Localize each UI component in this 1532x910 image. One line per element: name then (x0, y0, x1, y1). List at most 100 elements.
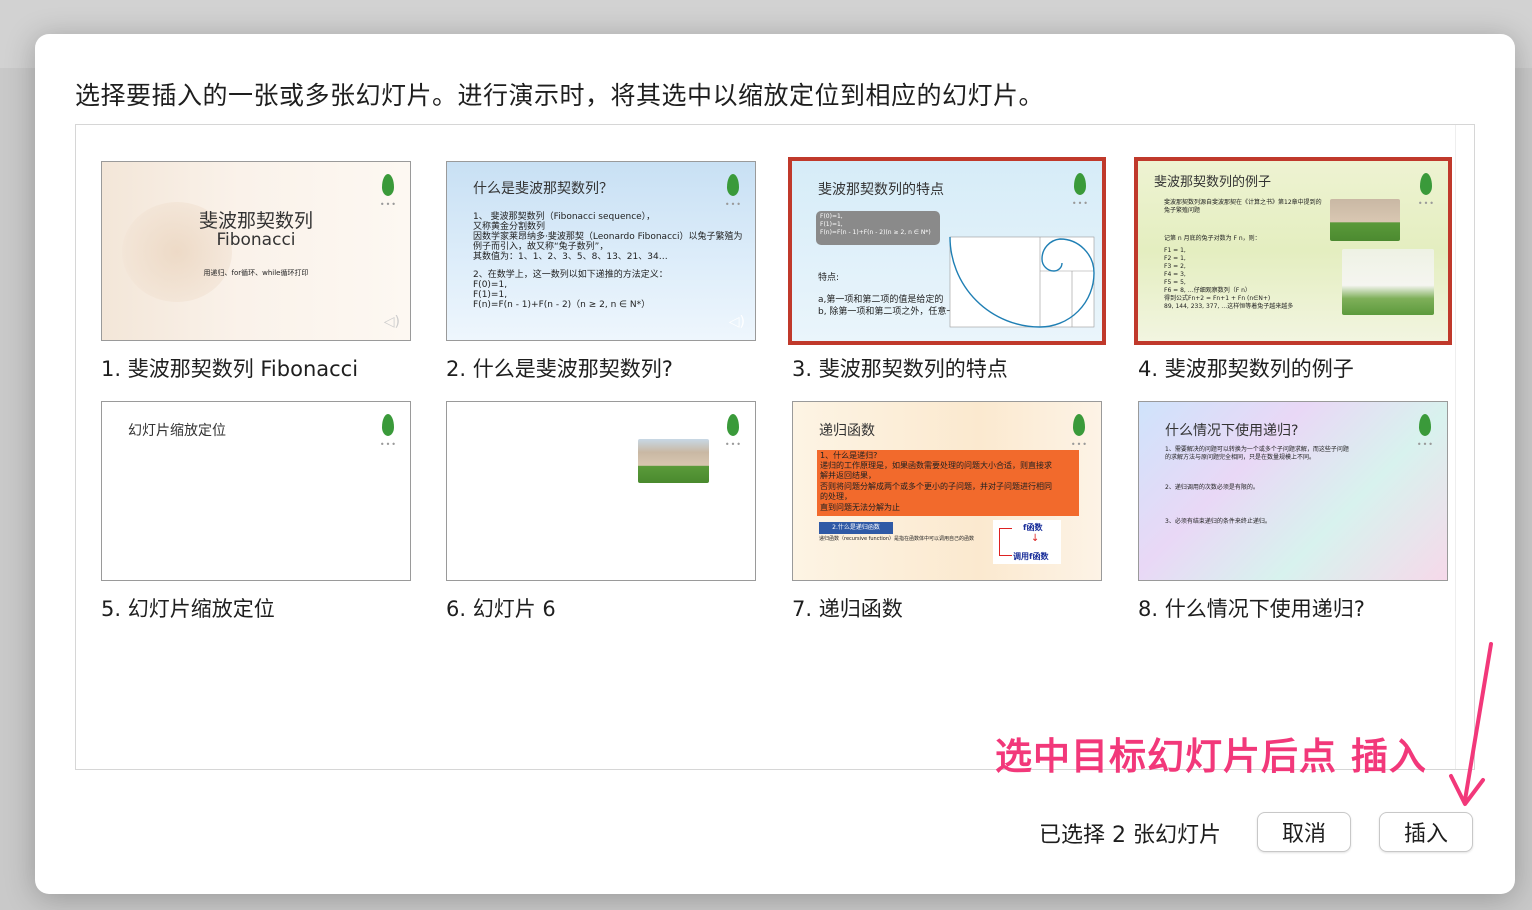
slide-4-line-9: F6 = 8, …仔细观察数列（F n） (1164, 287, 1251, 294)
slide-8-title: 什么情况下使用递归? (1165, 423, 1299, 439)
slide-7-box-line-6: 直到问题无法分解为止 (820, 503, 900, 512)
diagram-loop-bracket (999, 528, 1012, 556)
leaf-logo-icon (1073, 414, 1085, 436)
slide-7-box-line-3: 解并返回结果， (820, 471, 876, 480)
slide-2-line-10: F(n)=F(n - 1)+F(n - 2)（n ≥ 2, n ∈ N*） (473, 300, 651, 310)
slide-4-line-10: 89, 144, 233, 377, …这样恒等着兔子越来越多 (1164, 303, 1294, 310)
slide-4-title: 斐波那契数列的例子 (1154, 175, 1272, 190)
slide-4-line-1: 斐波那契数列源自斐波那契在《计算之书》第12章中提到的 (1164, 199, 1322, 206)
dialog-instruction: 选择要插入的一张或多张幻灯片。进行演示时，将其选中以缩放定位到相应的幻灯片。 (75, 81, 1045, 110)
slide-2-title: 什么是斐波那契数列？ (473, 181, 613, 197)
slide-4-line-3: 记第 n 月底的兔子对数为 F n，则： (1164, 235, 1261, 242)
slide-7-box-line-4: 否则将问题分解成两个或多个更小的子问题，并对子问题进行相同 (820, 482, 1052, 491)
leaf-logo-icon (727, 414, 739, 436)
slide-4-line-11: 得到公式Fn+2 = Fn+1 + Fn (n∈N+) (1164, 295, 1271, 302)
speaker-icon: ◁) (383, 314, 400, 330)
selection-status: 已选择 2 张幻灯片 (1039, 823, 1221, 848)
slide-3-line-1: 特点: (818, 273, 840, 283)
slide-picker-panel[interactable]: 斐波那契数列 Fibonacci 用递归、for循环、while循环打印 •••… (75, 124, 1475, 770)
insert-zoom-dialog: 选择要插入的一张或多张幻灯片。进行演示时，将其选中以缩放定位到相应的幻灯片。 斐… (35, 34, 1515, 894)
slide-caption-3: 3. 斐波那契数列的特点 (792, 357, 1008, 381)
slide-item-6[interactable]: ••• 6. 幻灯片 6 (446, 401, 758, 623)
leaf-logo-icon (382, 174, 394, 196)
slide-caption-8: 8. 什么情况下使用递归? (1138, 597, 1365, 621)
logo-dots-icon: ••• (724, 440, 742, 449)
rabbit-image-1 (1330, 199, 1400, 241)
slide-1-subtitle: Fibonacci (216, 230, 296, 250)
slide-7-box-line-1: 1、什么是递归? (820, 451, 878, 460)
leaf-logo-icon (1419, 414, 1431, 436)
slide-5-title: 幻灯片缩放定位 (128, 423, 226, 439)
annotation-text: 选中目标幻灯片后点 插入 (995, 735, 1427, 778)
slide-4-line-7: F4 = 3, (1164, 271, 1186, 278)
diagram-bottom-label: 调用f函数 (1013, 552, 1049, 561)
slide-item-8[interactable]: 什么情况下使用递归? 1、需要解决的问题可以转换为一个或多个子问题求解，而这些子… (1138, 401, 1450, 623)
insert-button[interactable]: 插入 (1379, 812, 1473, 852)
slide-thumbnail-2[interactable]: 什么是斐波那契数列？ 1、 斐波那契数列（Fibonacci sequence）… (446, 161, 756, 341)
slide-7-box-line-5: 的处理， (820, 492, 852, 501)
slide-caption-4: 4. 斐波那契数列的例子 (1138, 357, 1354, 381)
slide-item-1[interactable]: 斐波那契数列 Fibonacci 用递归、for循环、while循环打印 •••… (101, 161, 413, 383)
slide-3-box-line-3: F(n)=F(n - 1)+F(n - 2)(n ≥ 2, n ∈ N*) (820, 229, 931, 236)
slide-3-box-line-2: F(1)=1, (820, 221, 843, 228)
leaf-logo-icon (382, 414, 394, 436)
slide-4-line-8: F5 = 5, (1164, 279, 1186, 286)
slide-8-line-5: 2、递归调用的次数必须是有限的。 (1165, 484, 1259, 491)
slide-caption-1: 1. 斐波那契数列 Fibonacci (101, 357, 359, 381)
leaf-logo-icon (727, 174, 739, 196)
recursion-function-tag: 2.什么是递归函数 (819, 522, 893, 534)
logo-dots-icon: ••• (1071, 199, 1089, 208)
slide-item-3[interactable]: 斐波那契数列的特点 F(0)=1, F(1)=1, F(n)=F(n - 1)+… (788, 157, 1106, 383)
slide-8-line-1: 1、需要解决的问题可以转换为一个或多个子问题求解，而这些子问题 (1165, 446, 1349, 453)
slide-4-line-5: F2 = 1, (1164, 255, 1186, 262)
slide-thumbnail-8[interactable]: 什么情况下使用递归? 1、需要解决的问题可以转换为一个或多个子问题求解，而这些子… (1138, 401, 1448, 581)
speaker-icon: ◁) (728, 314, 745, 330)
fibonacci-spiral-image (949, 236, 1095, 328)
slide-4-line-2: 兔子繁殖问题 (1164, 207, 1201, 214)
cancel-button[interactable]: 取消 (1257, 812, 1351, 852)
slide-7-title: 递归函数 (819, 423, 875, 439)
rabbit-image (638, 439, 709, 483)
slide-3-box-line-1: F(0)=1, (820, 213, 843, 220)
slide-caption-5: 5. 幻灯片缩放定位 (101, 597, 275, 621)
slide-item-2[interactable]: 什么是斐波那契数列？ 1、 斐波那契数列（Fibonacci sequence）… (446, 161, 758, 383)
slide-item-5[interactable]: 幻灯片缩放定位 ••• 5. 幻灯片缩放定位 (101, 401, 413, 623)
slide-4-line-6: F3 = 2, (1164, 263, 1186, 270)
rabbit-image-2 (1342, 249, 1434, 315)
slide-thumbnail-4[interactable]: 斐波那契数列的例子 斐波那契数列源自斐波那契在《计算之书》第12章中提到的 兔子… (1134, 157, 1452, 345)
slide-caption-7: 7. 递归函数 (792, 597, 903, 621)
leaf-logo-icon (1420, 173, 1432, 195)
slide-thumbnail-1[interactable]: 斐波那契数列 Fibonacci 用递归、for循环、while循环打印 •••… (101, 161, 411, 341)
slide-thumbnail-5[interactable]: 幻灯片缩放定位 ••• (101, 401, 411, 581)
slide-caption-6: 6. 幻灯片 6 (446, 597, 556, 621)
logo-dots-icon: ••• (379, 440, 397, 449)
slide-thumbnail-6[interactable]: ••• (446, 401, 756, 581)
logo-dots-icon: ••• (1416, 440, 1434, 449)
slide-4-line-4: F1 = 1, (1164, 247, 1186, 254)
slide-8-line-8: 3、必须有结束递归的条件来终止递归。 (1165, 518, 1271, 525)
slide-8-line-2: 的求解方法与原问题完全相同，只是在数量规模上不同。 (1165, 454, 1316, 461)
diagram-top-label: f函数 (1023, 523, 1043, 532)
slide-7-note: 递归函数（recursive function）是指在函数体中可以调用自己的函数 (819, 536, 975, 542)
logo-dots-icon: ••• (724, 200, 742, 209)
slide-thumbnail-3[interactable]: 斐波那契数列的特点 F(0)=1, F(1)=1, F(n)=F(n - 1)+… (788, 157, 1106, 345)
annotation-arrow-icon (1449, 642, 1493, 806)
slide-1-note: 用递归、for循环、while循环打印 (203, 269, 309, 277)
diagram-arrow-icon: ↓ (1031, 533, 1040, 544)
slide-2-line-5: 其数值为：1、1、2、3、5、8、13、21、34… (473, 252, 668, 262)
leaf-logo-icon (1074, 173, 1086, 195)
recursion-diagram: f函数 ↓ 调用f函数 (993, 520, 1061, 564)
slide-thumbnail-7[interactable]: 递归函数 1、什么是递归? 递归的工作原理是，如果函数需要处理的问题大小合适，则… (792, 401, 1102, 581)
slide-item-7[interactable]: 递归函数 1、什么是递归? 递归的工作原理是，如果函数需要处理的问题大小合适，则… (792, 401, 1104, 623)
logo-dots-icon: ••• (1070, 440, 1088, 449)
recursion-definition-box: 1、什么是递归? 递归的工作原理是，如果函数需要处理的问题大小合适，则直接求 解… (817, 450, 1079, 516)
slide-1-title: 斐波那契数列 (198, 210, 313, 232)
logo-dots-icon: ••• (1417, 199, 1435, 208)
slide-3-line-3: a,第一项和第二项的值是给定的 (818, 295, 944, 305)
slide-item-4[interactable]: 斐波那契数列的例子 斐波那契数列源自斐波那契在《计算之书》第12章中提到的 兔子… (1134, 157, 1452, 383)
slide-7-box-line-2: 递归的工作原理是，如果函数需要处理的问题大小合适，则直接求 (820, 461, 1052, 470)
slide-3-line-4: b, 除第一项和第二项之外，任意一 (818, 307, 956, 317)
slide-3-title: 斐波那契数列的特点 (818, 182, 944, 198)
slide-caption-2: 2. 什么是斐波那契数列? (446, 357, 673, 381)
logo-dots-icon: ••• (379, 200, 397, 209)
